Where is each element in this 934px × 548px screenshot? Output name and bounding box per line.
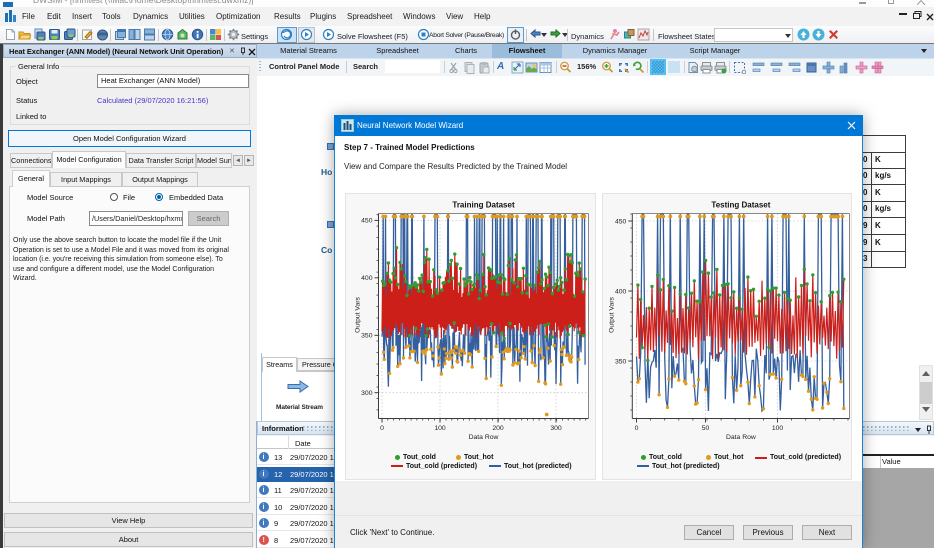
svg-text:450: 450 xyxy=(361,218,373,225)
svg-text:400: 400 xyxy=(361,275,373,282)
svg-text:0: 0 xyxy=(380,425,384,432)
svg-text:100: 100 xyxy=(434,425,446,432)
svg-text:100: 100 xyxy=(772,425,784,432)
svg-text:Output Vars: Output Vars xyxy=(608,297,615,333)
svg-text:400: 400 xyxy=(615,288,627,295)
svg-text:350: 350 xyxy=(615,358,627,365)
svg-text:Data Row: Data Row xyxy=(726,434,756,441)
svg-text:350: 350 xyxy=(361,333,373,340)
svg-text:Testing Dataset: Testing Dataset xyxy=(711,201,770,210)
svg-text:Data Row: Data Row xyxy=(469,434,499,441)
svg-text:450: 450 xyxy=(615,218,627,225)
svg-text:300: 300 xyxy=(550,425,562,432)
svg-text:300: 300 xyxy=(361,390,373,397)
svg-text:0: 0 xyxy=(635,425,639,432)
svg-text:50: 50 xyxy=(702,425,710,432)
svg-text:Training Dataset: Training Dataset xyxy=(452,201,515,210)
svg-text:Output Vars: Output Vars xyxy=(355,297,362,333)
svg-text:200: 200 xyxy=(492,425,504,432)
